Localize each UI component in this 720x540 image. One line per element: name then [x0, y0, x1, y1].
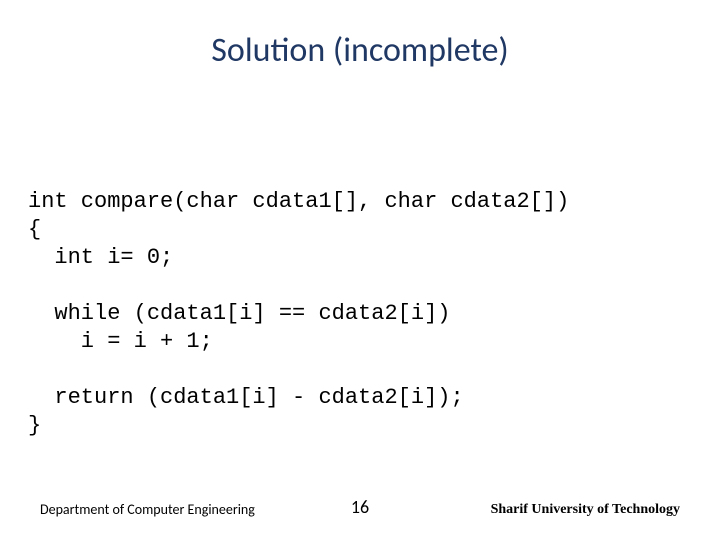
- footer: Department of Computer Engineering 16 Sh…: [0, 498, 720, 518]
- code-line: while (cdata1[i] == cdata2[i]): [28, 301, 450, 326]
- footer-university: Sharif University of Technology: [491, 502, 680, 518]
- code-line: int compare(char cdata1[], char cdata2[]…: [28, 189, 569, 214]
- code-line: }: [28, 413, 41, 438]
- slide-title: Solution (incomplete): [0, 30, 720, 71]
- code-line: int i= 0;: [28, 245, 173, 270]
- code-line: {: [28, 217, 41, 242]
- code-line: i = i + 1;: [28, 329, 213, 354]
- code-line: return (cdata1[i] - cdata2[i]);: [28, 385, 464, 410]
- code-block: int compare(char cdata1[], char cdata2[]…: [28, 160, 692, 440]
